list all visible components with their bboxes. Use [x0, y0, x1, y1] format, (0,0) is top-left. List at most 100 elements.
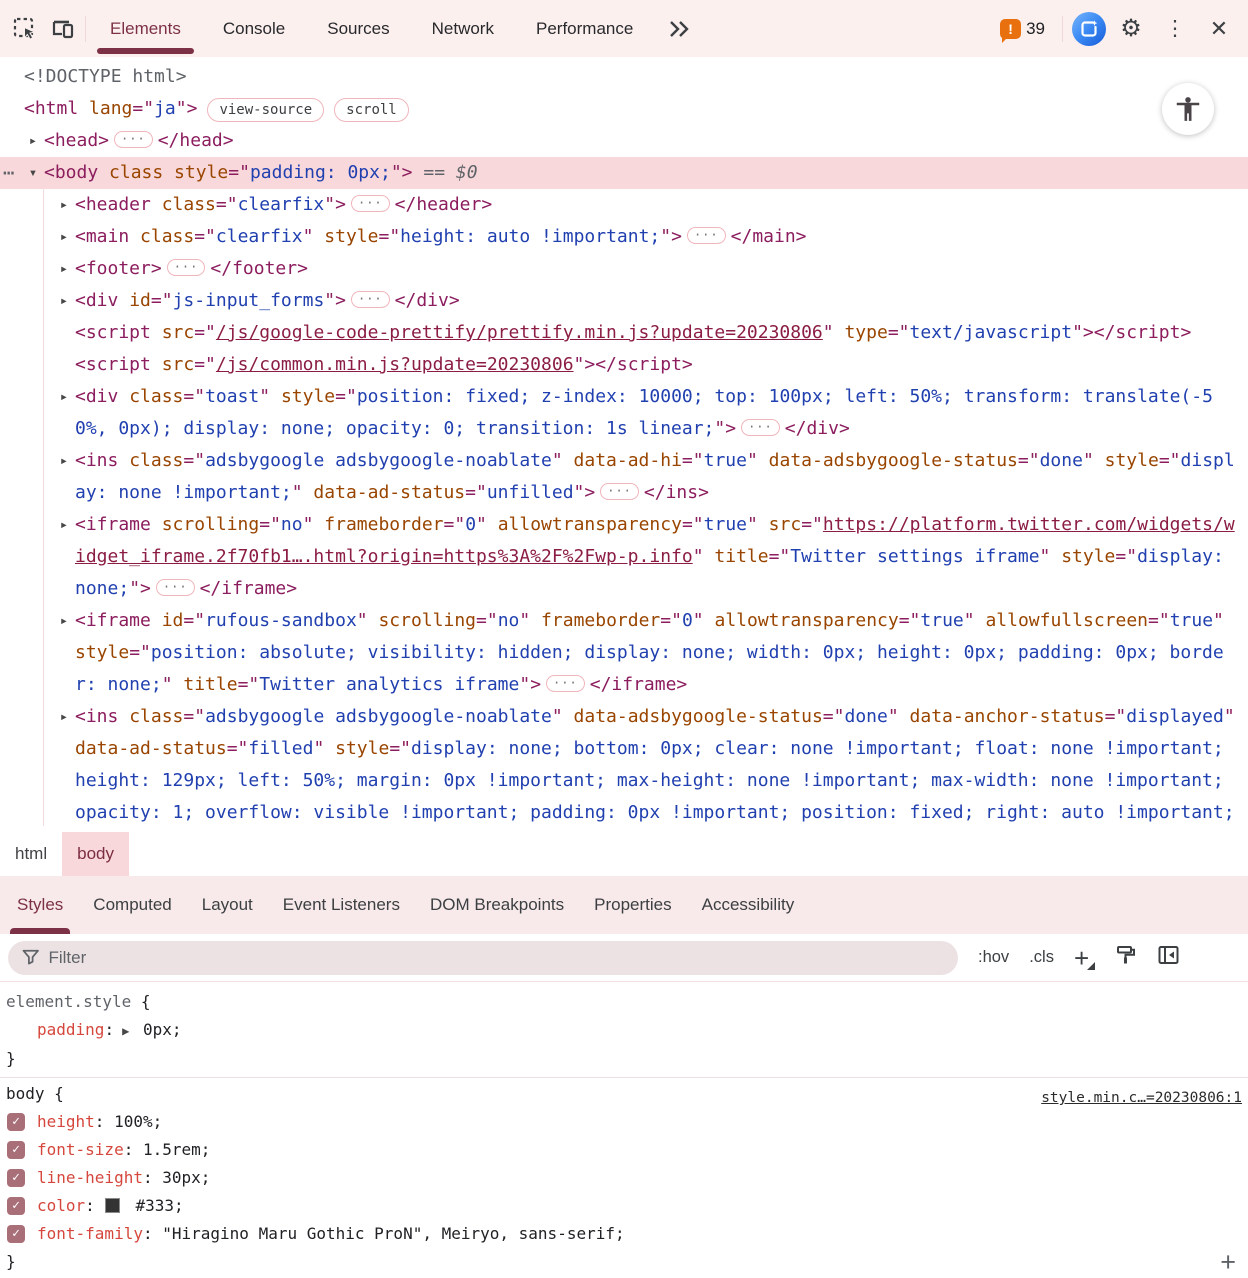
dom-row[interactable]: ▸<iframe id="rufous-sandbox" scrolling="…: [0, 605, 1248, 701]
element-classes-button[interactable]: .cls: [1029, 948, 1054, 967]
dom-row[interactable]: <script src="/js/common.min.js?update=20…: [0, 349, 1248, 381]
dom-row[interactable]: ▸<div class="toast" style="position: fix…: [0, 381, 1248, 445]
css-property-value[interactable]: "Hiragino Maru Gothic ProN", Meiryo, san…: [153, 1224, 625, 1243]
toggle-sidebar-icon[interactable]: [1157, 944, 1180, 971]
css-declaration[interactable]: ✓font-family: "Hiragino Maru Gothic ProN…: [0, 1220, 1248, 1248]
more-tabs-icon[interactable]: [660, 10, 698, 48]
dom-row[interactable]: ▸<head>···</head>: [0, 125, 1248, 157]
dom-row[interactable]: ▸<ins class="adsbygoogle adsbygoogle-noa…: [0, 445, 1248, 509]
dom-badge-view-source[interactable]: view-source: [207, 98, 324, 122]
tab-console[interactable]: Console: [202, 0, 306, 57]
css-property-value[interactable]: 30px;: [153, 1168, 211, 1187]
expand-ellipsis-button[interactable]: ···: [351, 291, 390, 308]
css-declaration[interactable]: padding:▶ 0px;: [0, 1016, 1248, 1045]
filter-input[interactable]: [48, 948, 944, 968]
expand-ellipsis-button[interactable]: ···: [546, 675, 585, 692]
close-devtools-icon[interactable]: ✕: [1200, 10, 1238, 48]
dom-row[interactable]: <script src="/js/google-code-prettify/pr…: [0, 317, 1248, 349]
rendering-brush-icon[interactable]: [1115, 944, 1137, 971]
inspect-element-icon[interactable]: [6, 10, 44, 48]
chevron-right-icon[interactable]: ▸: [56, 509, 72, 541]
dom-row[interactable]: ▸<iframe scrolling="no" frameborder="0" …: [0, 509, 1248, 605]
declaration-checkbox[interactable]: ✓: [7, 1141, 25, 1159]
dom-row[interactable]: ▸<div id="js-input_forms">···</div>: [0, 285, 1248, 317]
css-property-value[interactable]: 0px;: [133, 1020, 181, 1039]
expand-ellipsis-button[interactable]: ···: [351, 195, 390, 212]
declaration-checkbox[interactable]: ✓: [7, 1225, 25, 1243]
css-property-name[interactable]: font-size: [37, 1140, 124, 1159]
tab-computed[interactable]: Computed: [78, 876, 186, 934]
toolbar-right-cluster: ! 39 ⚙ ⋮ ✕: [992, 10, 1248, 48]
tab-event-listeners[interactable]: Event Listeners: [268, 876, 415, 934]
pseudo-state-button[interactable]: :hov: [978, 948, 1009, 967]
dom-row[interactable]: ▸<main class="clearfix" style="height: a…: [0, 221, 1248, 253]
dom-row[interactable]: <html lang="ja">view-sourcescroll: [0, 93, 1248, 125]
chevron-double-right-icon: [668, 20, 690, 38]
chevron-right-icon[interactable]: ▸: [56, 285, 72, 317]
style-filter-field[interactable]: [8, 941, 958, 975]
add-rule-button[interactable]: +: [1220, 1248, 1236, 1276]
chevron-right-icon[interactable]: ▸: [56, 381, 72, 413]
console-errors-button[interactable]: ! 39: [992, 19, 1053, 39]
chevron-right-icon[interactable]: ▸: [56, 253, 72, 285]
chevron-right-icon[interactable]: ▸: [56, 221, 72, 253]
chevron-right-icon[interactable]: ▸: [56, 701, 72, 733]
dom-row[interactable]: ▸<header class="clearfix">···</header>: [0, 189, 1248, 221]
css-declaration[interactable]: ✓color: #333;: [0, 1192, 1248, 1220]
dom-row[interactable]: ▸<ins class="adsbygoogle adsbygoogle-noa…: [0, 701, 1248, 832]
dom-row[interactable]: <!DOCTYPE html>: [0, 61, 1248, 93]
dom-row[interactable]: ⋯▾<body class style="padding: 0px;"> == …: [0, 157, 1248, 189]
css-declaration[interactable]: ✓height: 100%;: [0, 1108, 1248, 1136]
css-property-name[interactable]: padding: [37, 1020, 104, 1039]
tab-dom-breakpoints[interactable]: DOM Breakpoints: [415, 876, 579, 934]
expand-ellipsis-button[interactable]: ···: [156, 579, 195, 596]
rule-selector[interactable]: body: [6, 1084, 45, 1103]
chevron-right-icon[interactable]: ▸: [56, 445, 72, 477]
css-property-value[interactable]: 1.5rem;: [133, 1140, 210, 1159]
tab-layout[interactable]: Layout: [187, 876, 268, 934]
settings-gear-icon[interactable]: ⚙: [1112, 10, 1150, 48]
more-options-kebab-icon[interactable]: ⋮: [1156, 10, 1194, 48]
devtools-toolbar: ElementsConsoleSourcesNetworkPerformance…: [0, 0, 1248, 57]
open-brace: {: [131, 992, 150, 1011]
tab-properties[interactable]: Properties: [579, 876, 686, 934]
css-property-value[interactable]: #333;: [126, 1196, 184, 1215]
expand-ellipsis-button[interactable]: ···: [687, 227, 726, 244]
dom-row[interactable]: ▸<footer>···</footer>: [0, 253, 1248, 285]
dom-badge-scroll[interactable]: scroll: [334, 98, 409, 122]
css-declaration[interactable]: ✓font-size: 1.5rem;: [0, 1136, 1248, 1164]
expand-ellipsis-button[interactable]: ···: [167, 259, 206, 276]
device-toolbar-icon[interactable]: [44, 10, 82, 48]
expand-ellipsis-button[interactable]: ···: [600, 483, 639, 500]
css-property-name[interactable]: font-family: [37, 1224, 143, 1243]
chevron-right-icon[interactable]: ▸: [25, 125, 41, 157]
expand-ellipsis-button[interactable]: ···: [114, 131, 153, 148]
expand-ellipsis-button[interactable]: ···: [741, 419, 780, 436]
declaration-checkbox[interactable]: ✓: [7, 1169, 25, 1187]
declaration-checkbox[interactable]: ✓: [7, 1113, 25, 1131]
tab-sources[interactable]: Sources: [306, 0, 410, 57]
css-property-name[interactable]: line-height: [37, 1168, 143, 1187]
tab-accessibility[interactable]: Accessibility: [687, 876, 810, 934]
tab-styles[interactable]: Styles: [2, 876, 78, 934]
css-property-name[interactable]: color: [37, 1196, 85, 1215]
css-declaration[interactable]: ✓line-height: 30px;: [0, 1164, 1248, 1192]
css-property-name[interactable]: height: [37, 1112, 95, 1131]
breadcrumb-item-html[interactable]: html: [0, 832, 62, 876]
ai-assistant-button[interactable]: [1072, 12, 1106, 46]
tab-network[interactable]: Network: [411, 0, 515, 57]
tab-elements[interactable]: Elements: [89, 0, 202, 57]
rule-selector[interactable]: element.style: [6, 992, 131, 1011]
row-menu-dots-icon[interactable]: ⋯: [3, 157, 13, 189]
css-property-value[interactable]: 100%;: [104, 1112, 162, 1131]
toolbar-divider: [85, 16, 86, 42]
declaration-checkbox[interactable]: ✓: [7, 1197, 25, 1215]
expand-shorthand-icon[interactable]: ▶: [122, 1024, 129, 1038]
chevron-right-icon[interactable]: ▸: [56, 189, 72, 221]
color-swatch[interactable]: [105, 1198, 120, 1213]
tab-performance[interactable]: Performance: [515, 0, 654, 57]
chevron-right-icon[interactable]: ▸: [56, 605, 72, 637]
breadcrumb-item-body[interactable]: body: [62, 832, 129, 876]
chevron-down-icon[interactable]: ▾: [25, 157, 41, 189]
new-style-rule-button[interactable]: +: [1074, 945, 1095, 971]
